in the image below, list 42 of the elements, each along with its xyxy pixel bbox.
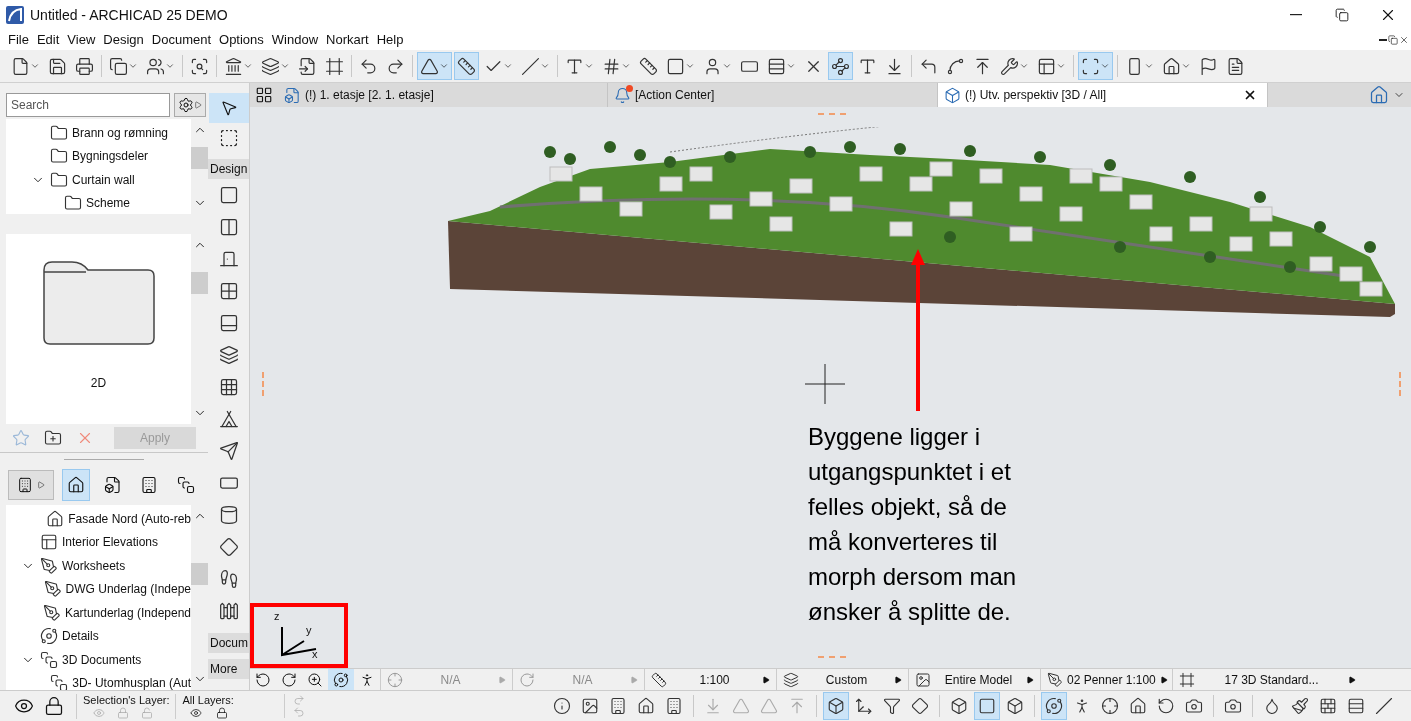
tree-item-label[interactable]: Worksheets: [62, 556, 126, 575]
menu-item[interactable]: View: [63, 30, 100, 50]
tree-item-label[interactable]: Interior Elevations: [62, 533, 159, 552]
menu-item[interactable]: Design: [99, 30, 148, 50]
status-field[interactable]: 17 3D Standard...: [1199, 670, 1344, 689]
menu-item[interactable]: Norkart: [322, 30, 373, 50]
document-tab[interactable]: (!) Utv. perspektiv [3D / All]: [938, 83, 1268, 107]
tree-item-label[interactable]: 3D Documents: [62, 650, 142, 669]
window-title: Untitled - ARCHICAD 25 DEMO: [30, 5, 228, 25]
tree-item-label[interactable]: Curtain wall: [72, 170, 135, 189]
tree-item-label[interactable]: Fasade Nord (Auto-reb: [68, 509, 191, 528]
tree-item-label[interactable]: Scheme: [86, 194, 131, 213]
tree-item-label[interactable]: Bygningsdeler: [72, 147, 149, 166]
status-field[interactable]: 02 Penner 1:100: [1067, 670, 1156, 689]
tree-item-label[interactable]: Brann og rømning: [72, 123, 169, 142]
menu-item[interactable]: Options: [215, 30, 268, 50]
toolbox-section-label[interactable]: Design: [208, 159, 249, 179]
status-field[interactable]: Entire Model: [935, 670, 1022, 689]
status-field[interactable]: 1:100: [671, 670, 758, 689]
all-layers-label: All Layers:: [182, 693, 234, 707]
tab-label: [Action Center]: [635, 87, 715, 104]
tree-item-label[interactable]: 3D- Utomhusplan (Aut: [72, 674, 191, 690]
menu-item[interactable]: Window: [267, 30, 323, 50]
toolbox-section-label[interactable]: Docum: [208, 633, 249, 653]
menu-item[interactable]: Document: [147, 30, 216, 50]
annotation-text: Byggene ligger i utgangspunktet i et felles objekt, så de må konverteres til morph dersom man ønsker å splitte de.: [808, 422, 1017, 627]
menu-item[interactable]: Help: [372, 30, 408, 50]
axis-label: z: [274, 611, 280, 622]
menu-item[interactable]: Edit: [32, 30, 64, 50]
tree-item-label[interactable]: DWG Underlag (Indepe: [65, 580, 191, 599]
tree-item-label[interactable]: Kartunderlag (Independ: [64, 603, 191, 622]
axis-label: x: [312, 649, 318, 660]
tab-label: (!) 1. etasje [2. 1. etasje]: [305, 87, 434, 104]
tab-label: (!) Utv. perspektiv [3D / All]: [965, 87, 1107, 104]
search-field[interactable]: Search: [6, 93, 170, 117]
axis-label: y: [306, 625, 312, 636]
selection-layer-label: Selection's Layer:: [83, 693, 170, 707]
menu-item[interactable]: File: [4, 30, 33, 50]
toolbox-section-label[interactable]: More: [208, 659, 249, 679]
status-field[interactable]: Custom: [803, 670, 890, 689]
tree-item-label[interactable]: Details: [62, 627, 99, 646]
preview-label: 2D: [90, 375, 107, 392]
